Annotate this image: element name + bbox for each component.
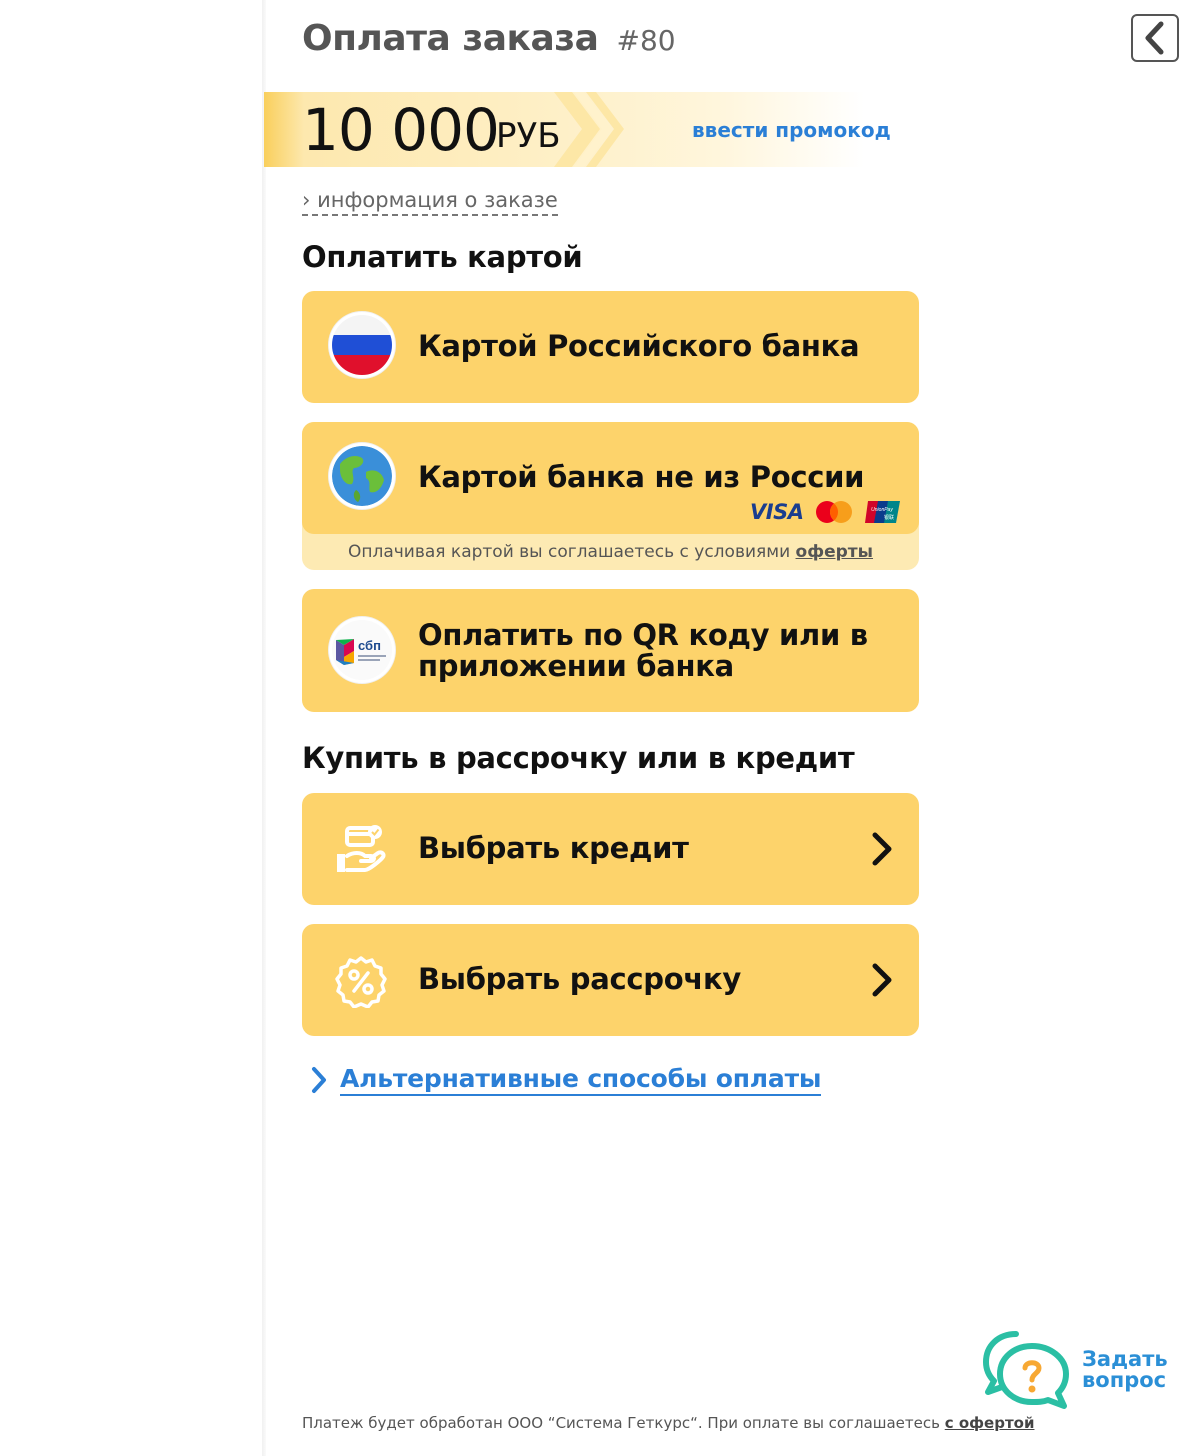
offer-link[interactable]: оферты <box>796 542 873 562</box>
chevron-left-icon <box>1145 21 1164 55</box>
back-button[interactable] <box>1131 14 1179 62</box>
footer-note: Платеж будет обработан ООО “Система Гетк… <box>302 1414 1034 1432</box>
qr-option-label-line1: Оплатить по QR коду или в <box>418 618 868 652</box>
ask-question-button[interactable]: Задать вопрос <box>982 1330 1168 1410</box>
globe-icon <box>329 443 395 509</box>
footer-text: Платеж будет обработан ООО “Система Гетк… <box>302 1414 945 1432</box>
ask-question-label: Задать вопрос <box>1082 1349 1168 1391</box>
order-info-toggle[interactable]: › информация о заказе <box>302 188 558 216</box>
chevron-right-icon <box>872 963 892 997</box>
qr-option-label-line2: приложении банка <box>418 649 734 683</box>
price-amount: 10 000 <box>302 96 500 164</box>
foreign-card-block: Картой банка не из России VISA UnionPay … <box>302 422 919 570</box>
svg-text:银联: 银联 <box>884 514 894 521</box>
choose-installment-label: Выбрать рассрочку <box>418 962 741 996</box>
order-number: #80 <box>616 24 676 57</box>
russian-card-option[interactable]: Картой Российского банка <box>302 291 919 403</box>
chevrons-decoration-icon <box>554 92 624 167</box>
foreign-card-label: Картой банка не из России <box>418 460 865 494</box>
footer-offer-link[interactable]: с офертой <box>945 1414 1035 1432</box>
promo-code-link[interactable]: ввести промокод <box>692 118 891 142</box>
percent-badge-icon <box>335 956 387 1008</box>
choose-credit-label: Выбрать кредит <box>418 831 689 865</box>
card-brands: VISA UnionPay 银联 <box>750 500 901 524</box>
panel-divider <box>262 0 266 1456</box>
card-terms: Оплачивая картой вы соглашаетесь с услов… <box>302 542 919 562</box>
svg-text:UnionPay: UnionPay <box>872 507 894 513</box>
sbp-logo-icon: сбп <box>329 617 395 683</box>
credit-section-title: Купить в рассрочку или в кредит <box>302 741 855 775</box>
qr-sbp-option[interactable]: сбп Оплатить по QR коду или в приложении… <box>302 589 919 712</box>
choose-installment-option[interactable]: Выбрать рассрочку <box>302 924 919 1036</box>
card-section-title: Оплатить картой <box>302 240 583 274</box>
ask-question-line1: Задать <box>1082 1347 1168 1371</box>
chevron-right-icon <box>312 1067 326 1093</box>
hand-card-icon <box>337 825 386 872</box>
visa-logo: VISA <box>750 500 804 524</box>
foreign-card-option[interactable]: Картой банка не из России VISA UnionPay … <box>302 422 919 534</box>
choose-credit-option[interactable]: Выбрать кредит <box>302 793 919 905</box>
svg-text:сбп: сбп <box>358 638 381 653</box>
chevron-right-icon <box>872 832 892 866</box>
terms-text: Оплачивая картой вы соглашаетесь с услов… <box>347 542 796 562</box>
ask-question-line2: вопрос <box>1082 1368 1167 1392</box>
russian-card-label: Картой Российского банка <box>418 329 860 363</box>
price-currency: РУБ <box>496 116 561 156</box>
alternative-payments-link[interactable]: Альтернативные способы оплаты <box>310 1064 821 1096</box>
unionpay-logo-icon: UnionPay 银联 <box>865 501 901 523</box>
russia-flag-icon <box>329 312 395 378</box>
mastercard-logo-icon <box>816 501 853 523</box>
page-header: Оплата заказа #80 <box>302 18 676 59</box>
page-title: Оплата заказа <box>302 18 599 59</box>
chat-question-icon <box>983 1331 1069 1409</box>
alternative-payments-label: Альтернативные способы оплаты <box>340 1064 821 1096</box>
